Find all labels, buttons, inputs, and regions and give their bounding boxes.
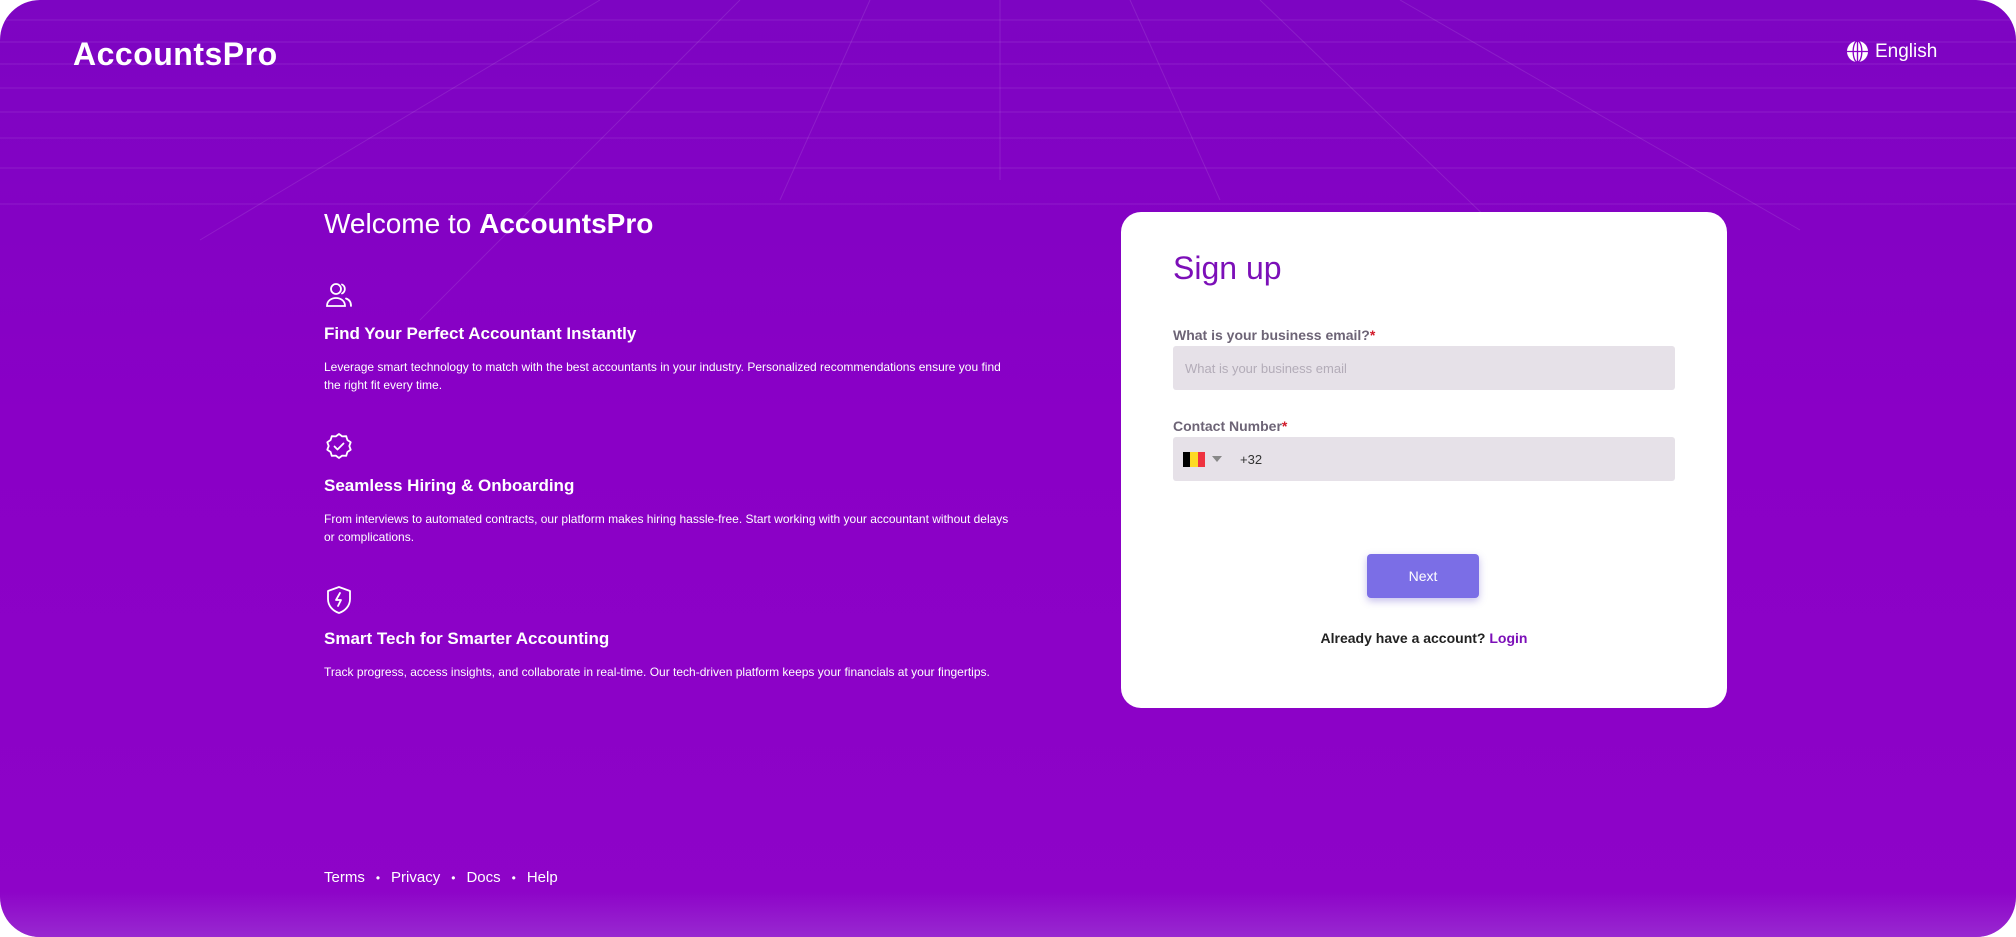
feature-description: Leverage smart technology to match with … [324, 360, 1001, 392]
feature-hiring-onboarding: Seamless Hiring & Onboarding From interv… [324, 432, 1014, 546]
dial-code: +32 [1240, 451, 1263, 467]
globe-icon [1846, 40, 1869, 63]
feature-title: Seamless Hiring & Onboarding [324, 476, 575, 495]
phone-input[interactable]: +32 [1173, 437, 1675, 481]
signup-title: Sign up [1173, 250, 1282, 286]
brand-logo[interactable]: AccountsPro [73, 36, 278, 73]
welcome-prefix: Welcome to [324, 208, 480, 239]
footer-link-terms[interactable]: Terms [324, 869, 365, 886]
footer-links: Terms • Privacy • Docs • Help [324, 869, 558, 886]
footer-link-privacy[interactable]: Privacy [391, 869, 440, 886]
shield-bolt-icon [327, 586, 351, 614]
email-label-text: What is your business email? [1173, 327, 1370, 343]
required-mark: * [1281, 418, 1288, 434]
country-code-selector[interactable] [1183, 451, 1222, 467]
welcome-heading: Welcome to AccountsPro [324, 208, 653, 240]
feature-description: From interviews to automated contracts, … [324, 512, 1009, 544]
page-background: AccountsPro English Welcome to AccountsP… [0, 0, 2016, 937]
bottom-texture [0, 891, 2016, 937]
email-label: What is your business email?* [1173, 327, 1375, 343]
feature-smart-tech: Smart Tech for Smarter Accounting Track … [324, 585, 1014, 681]
chevron-down-icon [1212, 456, 1222, 462]
belgium-flag-icon [1183, 451, 1205, 467]
next-button[interactable]: Next [1367, 554, 1479, 598]
email-input[interactable] [1173, 346, 1675, 390]
phone-label: Contact Number* [1173, 418, 1287, 434]
footer-link-docs[interactable]: Docs [466, 869, 500, 886]
feature-title: Smart Tech for Smarter Accounting [324, 629, 610, 648]
language-label: English [1875, 40, 1938, 62]
feature-description: Track progress, access insights, and col… [324, 665, 990, 679]
feature-find-accountant: Find Your Perfect Accountant Instantly L… [324, 280, 1014, 394]
footer-separator: • [375, 870, 381, 885]
signup-card: Sign up What is your business email?* Co… [1121, 212, 1727, 708]
login-prompt-row: Already have a account? Login [1121, 630, 1727, 646]
language-selector[interactable]: English [1846, 40, 1937, 63]
footer-separator: • [511, 870, 516, 885]
footer-separator: • [451, 870, 456, 885]
welcome-brand: AccountsPro [479, 208, 654, 239]
login-link[interactable]: Login [1489, 630, 1527, 646]
login-prompt: Already have a account? [1320, 630, 1486, 646]
required-mark: * [1369, 327, 1376, 343]
feature-title: Find Your Perfect Accountant Instantly [324, 324, 637, 343]
phone-label-text: Contact Number [1173, 418, 1282, 434]
users-icon [326, 283, 352, 307]
footer-link-help[interactable]: Help [527, 869, 558, 886]
verified-badge-icon [326, 433, 352, 459]
